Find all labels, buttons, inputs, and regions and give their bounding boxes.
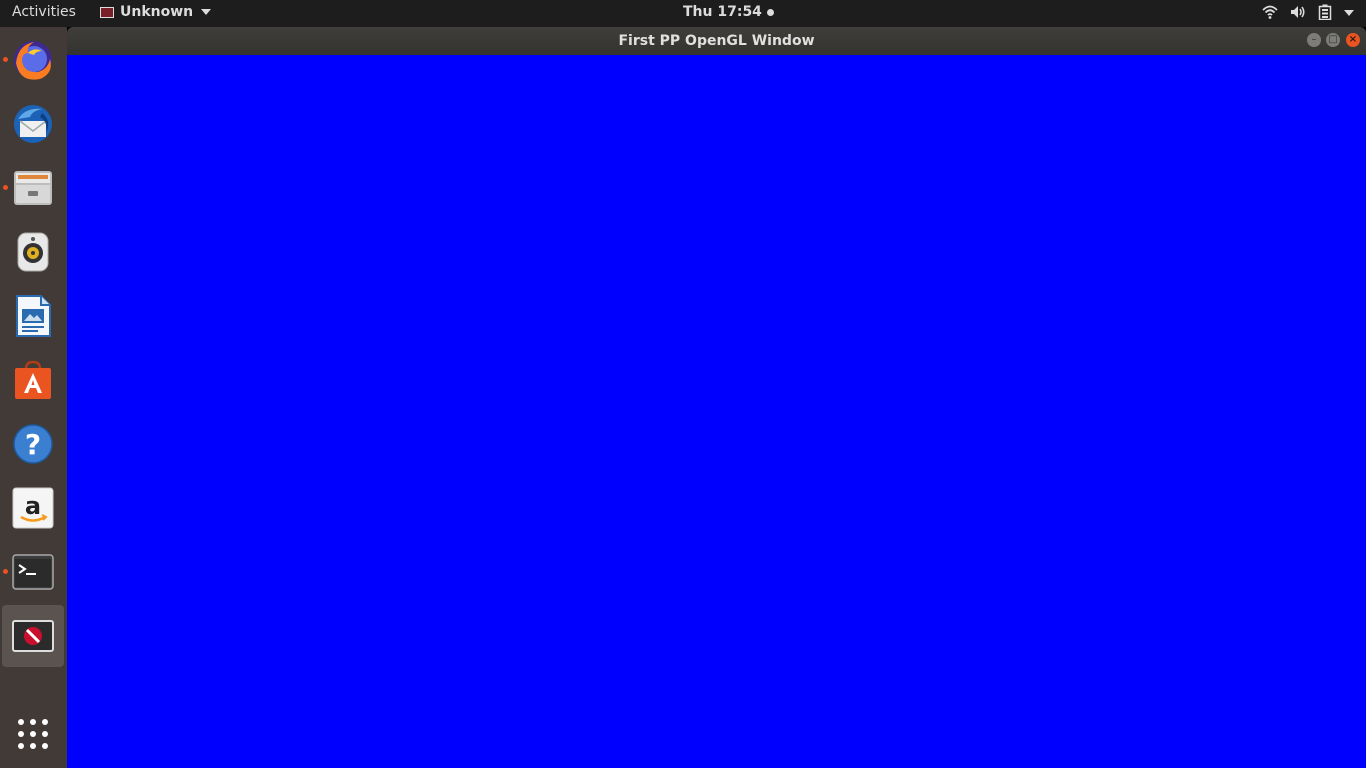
- window-titlebar[interactable]: First PP OpenGL Window – □ ×: [67, 27, 1366, 55]
- svg-text:?: ?: [25, 428, 41, 461]
- window-title: First PP OpenGL Window: [618, 33, 815, 49]
- show-applications-button[interactable]: [2, 703, 64, 765]
- close-button[interactable]: ×: [1346, 33, 1360, 47]
- dock-item-terminal[interactable]: [2, 541, 64, 603]
- dock: ? a: [0, 27, 67, 768]
- shopping-bag-icon: [15, 360, 51, 399]
- dock-item-rhythmbox[interactable]: [2, 221, 64, 283]
- help-question-icon: ?: [13, 424, 53, 464]
- document-writer-icon: [16, 295, 51, 337]
- dock-item-amazon[interactable]: a: [2, 477, 64, 539]
- system-menu-chevron-down-icon[interactable]: [1344, 4, 1354, 20]
- firefox-icon: [14, 41, 52, 80]
- volume-icon[interactable]: [1290, 4, 1306, 20]
- opengl-window: First PP OpenGL Window – □ ×: [67, 27, 1366, 768]
- activities-button[interactable]: Activities: [12, 4, 76, 20]
- dock-item-unknown-app[interactable]: [2, 605, 64, 667]
- no-entry-window-icon: [12, 620, 54, 652]
- top-bar: Activities Unknown Thu 17:54: [0, 0, 1366, 27]
- terminal-icon: [12, 554, 54, 590]
- dock-item-files[interactable]: [2, 157, 64, 219]
- clock-label: Thu 17:54: [683, 4, 762, 20]
- dock-item-libreoffice-writer[interactable]: [2, 285, 64, 347]
- dock-item-help[interactable]: ?: [2, 413, 64, 475]
- app-grid-icon: [18, 719, 48, 749]
- battery-icon[interactable]: [1318, 4, 1332, 20]
- notification-dot-icon: [766, 8, 774, 16]
- clock[interactable]: Thu 17:54: [683, 4, 774, 20]
- dock-item-thunderbird[interactable]: [2, 93, 64, 155]
- app-window-icon: [100, 6, 114, 18]
- app-menu-label: Unknown: [120, 4, 194, 20]
- speaker-icon: [17, 232, 49, 272]
- file-cabinet-icon: [14, 171, 52, 205]
- dock-item-ubuntu-software[interactable]: [2, 349, 64, 411]
- opengl-canvas[interactable]: [67, 55, 1366, 768]
- svg-text:a: a: [25, 492, 41, 520]
- dock-item-firefox[interactable]: [2, 29, 64, 91]
- maximize-button[interactable]: □: [1326, 33, 1340, 47]
- wifi-icon[interactable]: [1262, 4, 1278, 20]
- amazon-logo-icon: a: [12, 487, 54, 529]
- system-tray[interactable]: [1262, 4, 1354, 20]
- maximize-icon: □: [1328, 34, 1338, 45]
- thunderbird-icon: [14, 105, 52, 143]
- chevron-down-icon: [201, 9, 212, 15]
- minimize-icon: –: [1311, 34, 1317, 45]
- minimize-button[interactable]: –: [1307, 33, 1321, 47]
- app-menu[interactable]: Unknown: [100, 4, 212, 20]
- close-icon: ×: [1348, 34, 1358, 45]
